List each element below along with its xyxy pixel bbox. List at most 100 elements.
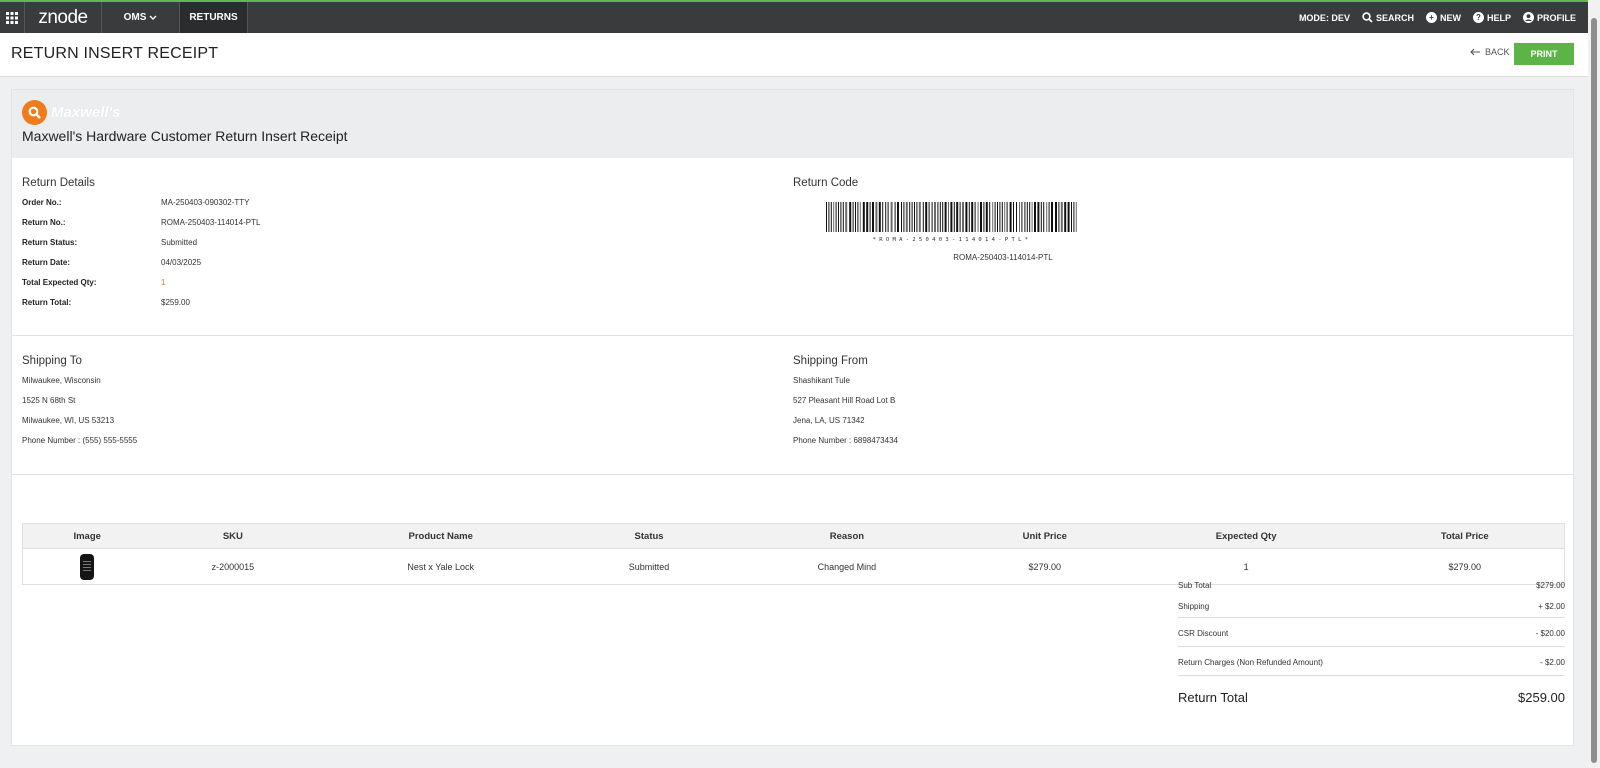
barcode-bar (989, 202, 991, 232)
barcode-bar (885, 202, 887, 232)
barcode-bar (1073, 202, 1075, 232)
barcode-bar (980, 202, 982, 232)
barcode-bar (939, 202, 941, 232)
barcode: *ROMA-250403-114014-PTL* (826, 202, 1078, 243)
help-circle-icon: ? (1472, 12, 1484, 23)
barcode-bar (1009, 202, 1012, 232)
return-code-text: ROMA-250403-114014-PTL (953, 253, 1053, 262)
barcode-bar (914, 202, 915, 232)
barcode-bar (948, 202, 949, 232)
table-header-row: Image SKU Product Name Status Reason Uni… (22, 523, 1565, 549)
scrollbar-thumb[interactable] (1591, 18, 1597, 763)
barcode-bar (994, 202, 996, 232)
csr-discount-value: - $20.00 (1535, 629, 1565, 638)
column-header: Expected Qty (1126, 523, 1366, 549)
barcode-bar (882, 202, 884, 232)
barcode-bar (956, 202, 959, 232)
barcode-bar (911, 202, 913, 232)
barcode-bar (1006, 202, 1008, 232)
barcode-bar (1001, 202, 1003, 232)
barcode-bar (909, 202, 911, 232)
logo-text: znode (38, 6, 88, 28)
barcode-bar (928, 202, 930, 232)
wrench-icon (22, 100, 47, 125)
shipping-to-title: Shipping To (22, 355, 82, 367)
barcode-bar (1013, 202, 1014, 232)
column-header: Unit Price (962, 523, 1127, 549)
address-line: Jena, LA, US 71342 (793, 415, 865, 425)
column-header: Product Name (314, 523, 568, 549)
barcode-bar (983, 202, 985, 232)
barcode-bar (857, 202, 859, 232)
status-cell: Submitted (567, 548, 731, 585)
detail-value: ROMA-250403-114014-PTL (161, 217, 261, 227)
detail-value: Submitted (161, 237, 198, 247)
address-line: Phone Number : (555) 555-5555 (22, 435, 138, 445)
back-button[interactable]: BACK (1470, 47, 1510, 57)
barcode-bar (826, 202, 827, 232)
barcode-bar (838, 202, 839, 232)
barcode-bar (905, 202, 908, 232)
nav-help-label: HELP (1486, 12, 1511, 23)
shipping-section: Shipping To Milwaukee, Wisconsin 1525 N … (12, 336, 1573, 475)
return-details-section: Return Details Order No.: MA-250403-09030… (12, 158, 1573, 336)
unit-price-cell: $279.00 (962, 548, 1127, 585)
barcode-bar (916, 202, 918, 232)
nav-help[interactable]: ? HELP (1472, 12, 1511, 23)
detail-value: $259.00 (161, 297, 190, 307)
mode-indicator[interactable]: MODE: DEV (1299, 13, 1350, 23)
barcode-bar (859, 202, 861, 232)
barcode-bar (852, 202, 854, 232)
barcode-bar (1004, 202, 1006, 232)
barcode-bar (1037, 202, 1040, 232)
sku-cell: z-2000015 (151, 548, 315, 585)
profile-icon (1522, 12, 1534, 23)
detail-row: Total Expected Qty: 1 (22, 272, 722, 292)
nav-returns-tab[interactable]: RETURNS (180, 2, 248, 33)
nav-oms-label: OMS (123, 12, 147, 23)
barcode-bar (1024, 202, 1026, 232)
maxwells-logo: Maxwell's (22, 100, 120, 125)
address-line: Shashikant Tule (793, 375, 850, 385)
barcode-bar (903, 202, 905, 232)
barcode-bar (890, 202, 893, 232)
barcode-bar (840, 202, 842, 232)
return-total-row: Return Total $259.00 (1178, 680, 1565, 714)
barcode-bar (1060, 202, 1063, 232)
barcode-bar (977, 202, 979, 232)
barcode-bar (855, 202, 856, 232)
address-line: Phone Number : 6898473434 (793, 435, 898, 445)
barcode-bar (968, 202, 970, 232)
barcode-bar (1043, 202, 1045, 232)
barcode-bar (833, 202, 835, 232)
receipt-banner: Maxwell's Maxwell's Hardware Customer Re… (12, 90, 1573, 158)
page-header: RETURN INSERT RECEIPT BACK PRINT (0, 33, 1588, 77)
nav-search[interactable]: SEARCH (1362, 12, 1414, 23)
znode-logo[interactable]: znode (25, 2, 102, 33)
return-details-title: Return Details (22, 177, 95, 189)
barcode-bar (1071, 202, 1072, 232)
print-button[interactable]: PRINT (1514, 43, 1574, 65)
nav-oms-menu[interactable]: OMS (102, 2, 180, 33)
barcode-bar (830, 202, 832, 232)
barcode-bar (901, 202, 902, 232)
return-code-title: Return Code (793, 177, 859, 189)
page-scrollbar[interactable] (1588, 0, 1600, 768)
detail-value: 04/03/2025 (161, 257, 202, 267)
barcode-bar (934, 202, 936, 232)
barcode-bar (944, 202, 947, 232)
return-charges-row: Return Charges (Non Refunded Amount) - $2… (1178, 647, 1565, 676)
nav-new-label: NEW (1439, 12, 1461, 23)
nav-new[interactable]: + NEW (1425, 12, 1461, 23)
return-total-label: Return Total (1178, 689, 1248, 705)
barcode-bar (862, 202, 865, 232)
barcode-bar (922, 202, 924, 232)
detail-row: Return Total: $259.00 (22, 292, 722, 312)
column-header: Status (567, 523, 731, 549)
subtotal-row: Sub Total $279.00 (1178, 574, 1565, 596)
return-charges-value: - $2.00 (1540, 658, 1565, 667)
lock-product-image (80, 553, 95, 580)
shipping-from-title: Shipping From (793, 355, 868, 367)
apps-grid-icon[interactable] (0, 2, 25, 33)
nav-profile[interactable]: PROFILE (1522, 12, 1576, 23)
